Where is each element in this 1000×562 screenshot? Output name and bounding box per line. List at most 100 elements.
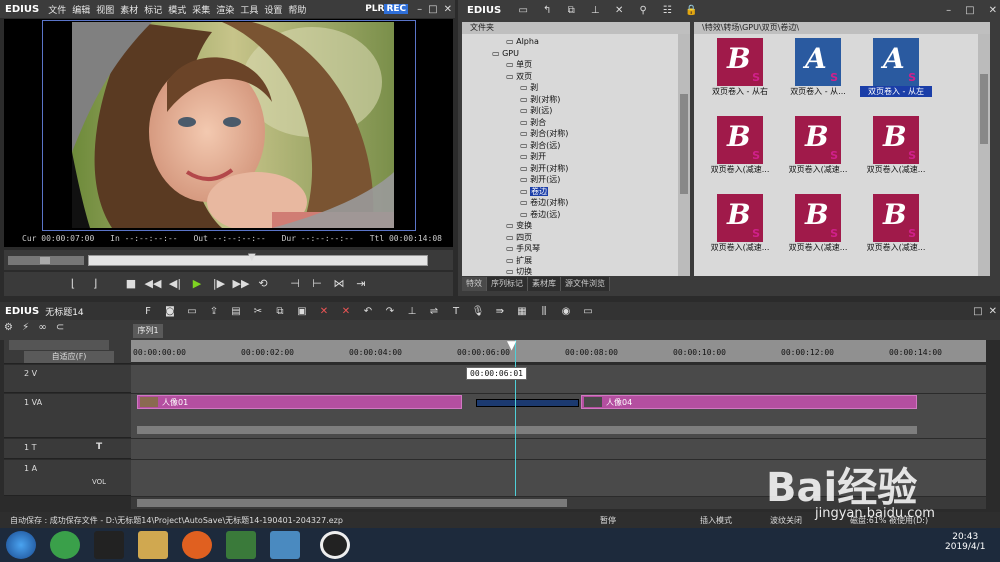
folder-icon[interactable]: ▭ bbox=[515, 5, 531, 16]
delete-icon[interactable]: ✕ bbox=[611, 5, 627, 16]
app-icon[interactable] bbox=[270, 531, 300, 559]
copy-icon[interactable]: ⧉ bbox=[563, 5, 579, 16]
insert-mode-status[interactable]: 插入模式 bbox=[700, 515, 770, 526]
tree-item[interactable]: ▭ 剥合(远) bbox=[520, 140, 560, 151]
new-sequence-icon[interactable]: ▭ bbox=[184, 306, 200, 317]
menu-mode[interactable]: 模式 bbox=[165, 3, 189, 16]
effect-thumbnail[interactable]: B S 双页卷入(减速... bbox=[866, 194, 926, 266]
effect-thumbnail[interactable]: A S 双页卷入 - 从... bbox=[788, 38, 848, 110]
rewind-icon[interactable]: ◀◀ bbox=[144, 275, 162, 293]
track-1va-area[interactable]: 人像01 人像04 bbox=[131, 394, 986, 438]
sequence-tab[interactable]: 序列1 bbox=[133, 324, 163, 338]
mark-out-icon[interactable]: ⌋ bbox=[86, 275, 104, 293]
effect-thumbnail[interactable]: B S 双页卷入(减速... bbox=[788, 116, 848, 188]
cut-icon[interactable]: ✂ bbox=[250, 306, 266, 317]
undo-icon[interactable]: ↶ bbox=[360, 306, 376, 317]
redo-icon[interactable]: ↷ bbox=[382, 306, 398, 317]
mark-in-icon[interactable]: ⌊ bbox=[64, 275, 82, 293]
clock-icon[interactable]: ◉ bbox=[558, 306, 574, 317]
trim-icon[interactable]: ⋈ bbox=[330, 275, 348, 293]
tree-item[interactable]: ▭ 四页 bbox=[506, 232, 532, 243]
sync-lock-icon[interactable]: ⊂ bbox=[56, 322, 64, 333]
export-icon[interactable]: ⇛ bbox=[492, 306, 508, 317]
clock[interactable]: 20:43 2019/4/1 bbox=[945, 532, 985, 552]
track-2v-area[interactable] bbox=[131, 365, 986, 393]
tree-item[interactable]: ▭ 剥开(对称) bbox=[520, 163, 568, 174]
tree-item[interactable]: ▭ 剥合 bbox=[520, 117, 546, 128]
minimize-icon[interactable]: – bbox=[414, 4, 425, 15]
tree-item[interactable]: ▭ 剥 bbox=[520, 82, 538, 93]
menu-file[interactable]: 文件 bbox=[45, 3, 69, 16]
open-icon[interactable]: ⇪ bbox=[206, 306, 222, 317]
plr-button[interactable]: PLR bbox=[365, 4, 384, 14]
ripple-delete-icon[interactable]: ✕ bbox=[338, 306, 354, 317]
minimize-icon[interactable]: – bbox=[943, 5, 954, 16]
close-icon[interactable]: ✕ bbox=[986, 5, 1000, 16]
menu-clip[interactable]: 素材 bbox=[117, 3, 141, 16]
start-icon[interactable] bbox=[6, 531, 36, 559]
menu-help[interactable]: 帮助 bbox=[285, 3, 309, 16]
shuttle-slider[interactable] bbox=[8, 256, 84, 265]
tree-item[interactable]: ▭ Alpha bbox=[506, 36, 539, 47]
lock-icon[interactable]: 🔒 bbox=[683, 5, 699, 16]
tree-scrollbar[interactable] bbox=[678, 34, 690, 276]
menu-render[interactable]: 渲染 bbox=[213, 3, 237, 16]
qq-icon[interactable] bbox=[94, 531, 124, 559]
tree-item[interactable]: ▭ 剥(远) bbox=[520, 105, 552, 116]
tree-item[interactable]: ▭ 双页 bbox=[506, 71, 532, 82]
thumb-scrollbar[interactable] bbox=[978, 34, 990, 276]
effect-thumbnail[interactable]: B S 双页卷入(减速... bbox=[710, 116, 770, 188]
play-icon[interactable]: ▶ bbox=[188, 275, 206, 293]
track-add-icon[interactable]: ⚙ bbox=[4, 322, 13, 333]
tree-item[interactable]: ▭ 切换 bbox=[506, 266, 532, 277]
menu-view[interactable]: 视图 bbox=[93, 3, 117, 16]
zoom-slider[interactable] bbox=[9, 340, 109, 350]
step-forward-icon[interactable]: |▶ bbox=[210, 275, 228, 293]
tree-item[interactable]: ▭ 卷边(远) bbox=[520, 209, 560, 220]
explorer-icon[interactable] bbox=[138, 531, 168, 559]
recorder-icon[interactable] bbox=[320, 531, 350, 559]
mode-icon[interactable]: F bbox=[140, 306, 156, 317]
clip-portrait01[interactable]: 人像01 bbox=[137, 395, 462, 409]
chain-icon[interactable]: ∞ bbox=[38, 322, 46, 333]
overwrite-icon[interactable]: ⊢ bbox=[308, 275, 326, 293]
tree-item[interactable]: ▭ 手风琴 bbox=[506, 243, 540, 254]
up-folder-icon[interactable]: ↰ bbox=[539, 5, 555, 16]
fast-forward-icon[interactable]: ▶▶ bbox=[232, 275, 250, 293]
step-back-icon[interactable]: ◀| bbox=[166, 275, 184, 293]
tree-item[interactable]: ▭ 卷边 bbox=[520, 186, 549, 197]
copy-icon[interactable]: ⧉ bbox=[272, 306, 288, 317]
effect-thumbnail[interactable]: B S 双页卷入(减速... bbox=[788, 194, 848, 266]
tab-sequence-markers[interactable]: 序列标记 bbox=[487, 277, 528, 291]
save-icon[interactable]: ▤ bbox=[228, 306, 244, 317]
title-icon[interactable]: T bbox=[448, 306, 464, 317]
menu-capture[interactable]: 采集 bbox=[189, 3, 213, 16]
transition-clip[interactable] bbox=[476, 399, 579, 407]
rec-button[interactable]: REC bbox=[384, 4, 409, 14]
position-handle[interactable]: ▼ bbox=[248, 252, 256, 266]
sync-icon[interactable]: ⇌ bbox=[426, 306, 442, 317]
audio-waveform[interactable] bbox=[137, 426, 917, 434]
position-bar[interactable] bbox=[88, 255, 428, 266]
edius-icon[interactable] bbox=[226, 531, 256, 559]
tree-item[interactable]: ▭ GPU bbox=[492, 48, 519, 59]
tab-source-browser[interactable]: 源文件浏览 bbox=[561, 277, 610, 291]
firefox-icon[interactable] bbox=[182, 531, 212, 559]
close-icon[interactable]: ✕ bbox=[986, 306, 1000, 317]
split-icon[interactable]: ⊥ bbox=[587, 5, 603, 16]
export-icon[interactable]: ⇥ bbox=[352, 275, 370, 293]
close-icon[interactable]: ✕ bbox=[441, 4, 455, 15]
loop-icon[interactable]: ⟲ bbox=[254, 275, 272, 293]
tree-item[interactable]: ▭ 卷边(对称) bbox=[520, 197, 568, 208]
tree-item[interactable]: ▭ 剥开 bbox=[520, 151, 546, 162]
mark-icon[interactable]: ⊥ bbox=[404, 306, 420, 317]
menu-tools[interactable]: 工具 bbox=[237, 3, 261, 16]
timeline-ruler[interactable]: 00:00:00:00 00:00:02:00 00:00:04:00 00:00:0… bbox=[131, 340, 986, 362]
menu-marker[interactable]: 标记 bbox=[141, 3, 165, 16]
effect-thumbnail[interactable]: B S 双页卷入(减速... bbox=[710, 194, 770, 266]
tree-item[interactable]: ▭ 剥开(远) bbox=[520, 174, 560, 185]
maximize-icon[interactable]: □ bbox=[970, 306, 985, 317]
stop-icon[interactable]: ■ bbox=[122, 275, 140, 293]
effect-thumbnail[interactable]: A S 双页卷入 - 从左 bbox=[860, 38, 932, 110]
clip-portrait04[interactable]: 人像04 bbox=[581, 395, 917, 409]
